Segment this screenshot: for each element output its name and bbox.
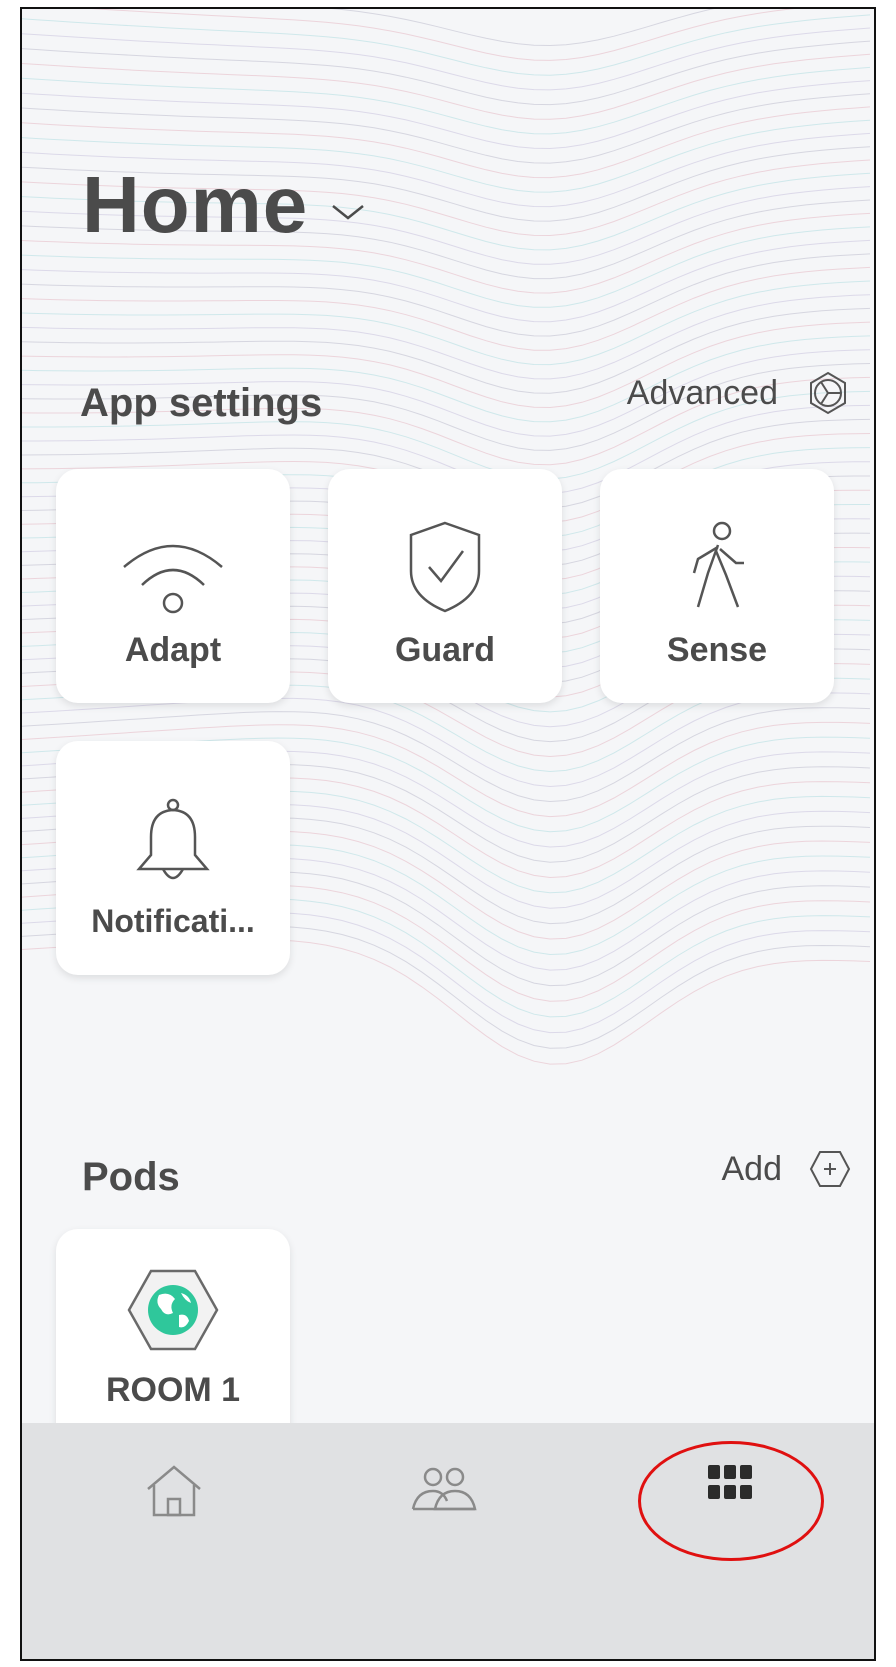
- advanced-label: Advanced: [626, 373, 778, 412]
- chevron-down-icon: [332, 205, 365, 220]
- sense-tile[interactable]: Sense: [600, 469, 834, 703]
- shield-check-icon: [409, 521, 481, 613]
- globe-hexagon-icon: [127, 1269, 219, 1351]
- grid-menu-icon: [708, 1465, 752, 1499]
- home-selector[interactable]: Home: [82, 159, 366, 251]
- add-pod-button[interactable]: Add: [722, 1149, 853, 1189]
- app-settings-title: App settings: [80, 381, 323, 425]
- bottom-navigation: [22, 1423, 874, 1659]
- wifi-icon: [123, 544, 223, 614]
- nav-more-button[interactable]: [670, 1463, 790, 1503]
- bell-icon: [136, 798, 210, 880]
- app-screen: Home App settings Advanced Adapt Guard S…: [20, 7, 876, 1661]
- home-icon: [147, 1465, 201, 1517]
- adapt-tile[interactable]: Adapt: [56, 469, 290, 703]
- notifications-tile[interactable]: Notificati...: [56, 741, 290, 975]
- sense-label: Sense: [666, 631, 768, 669]
- pod-tile-room-1[interactable]: ROOM 1: [56, 1229, 290, 1429]
- adapt-label: Adapt: [124, 631, 222, 669]
- advanced-button[interactable]: Advanced: [627, 369, 852, 417]
- guard-label: Guard: [394, 631, 496, 669]
- gear-icon: [810, 371, 846, 415]
- notifications-label: Notificati...: [91, 903, 255, 939]
- walking-person-icon: [692, 521, 744, 608]
- page-title: Home: [82, 160, 309, 249]
- add-label: Add: [721, 1149, 783, 1188]
- pods-title: Pods: [82, 1155, 180, 1199]
- nav-people-button[interactable]: [384, 1463, 504, 1515]
- nav-home-button[interactable]: [114, 1463, 234, 1519]
- people-icon: [411, 1467, 477, 1511]
- pod-label: ROOM 1: [105, 1371, 241, 1409]
- plus-hexagon-icon: [809, 1151, 851, 1187]
- guard-tile[interactable]: Guard: [328, 469, 562, 703]
